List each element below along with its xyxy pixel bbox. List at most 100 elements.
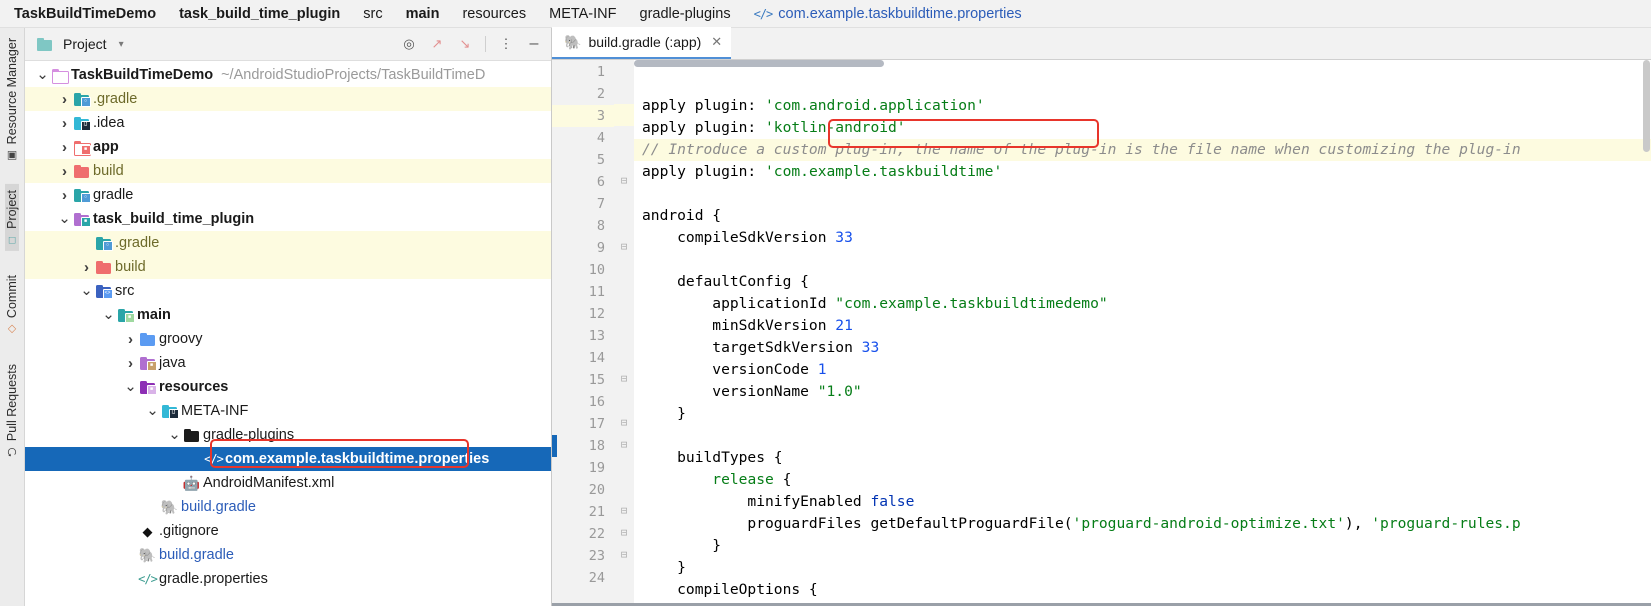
fold-toggle-icon[interactable]: ⊟ [614,434,634,456]
fold-toggle-icon[interactable]: ⊟ [614,412,634,434]
tool-tab-resource-manager[interactable]: ▣ Resource Manager [5,32,19,166]
project-tree[interactable]: ⌄ TaskBuildTimeDemo ~/AndroidStudioProject… [25,61,551,606]
chevron-down-icon[interactable]: ⌄ [101,307,116,322]
chevron-right-icon[interactable]: › [79,259,94,276]
code-line[interactable]: versionCode 1 [634,359,1651,381]
breadcrumb-item-gradle-plugins[interactable]: gradle-plugins [640,6,744,22]
code-line[interactable]: compileSdkVersion 33 [634,227,1651,249]
code-line[interactable]: } [634,403,1651,425]
tree-item[interactable]: › groovy [25,327,551,351]
tree-item[interactable]: ⌄ ■ resources [25,375,551,399]
chevron-right-icon[interactable]: › [123,355,138,372]
tree-item[interactable]: ⌄ IJ META-INF [25,399,551,423]
chevron-down-icon[interactable]: ⌄ [35,67,50,82]
code-line[interactable]: apply plugin: 'com.example.taskbuildtime… [634,161,1651,183]
tree-item[interactable]: ⌄ ■ task_build_time_plugin [25,207,551,231]
tool-tab-pull-requests[interactable]: ⭯ Pull Requests [5,358,19,463]
breadcrumb-item-task-build-time-plugin[interactable]: task_build_time_plugin [179,6,353,22]
editor-tab-build-gradle[interactable]: 🐘 build.gradle (:app) ✕ [552,27,732,59]
tree-item[interactable]: › IJ .idea [25,111,551,135]
editor-vertical-scrollbar[interactable] [1642,60,1651,606]
code-line[interactable]: minifyEnabled false [634,491,1651,513]
tree-item[interactable]: 🐘 build.gradle [25,495,551,519]
code-line[interactable]: buildTypes { [634,447,1651,469]
target-locate-icon[interactable]: ◎ [398,33,420,55]
tree-item[interactable]: ◆ .gitignore [25,519,551,543]
fold-toggle-icon[interactable]: ⊟ [614,544,634,566]
fold-toggle-icon[interactable]: ⊟ [614,170,634,192]
code-line[interactable] [634,249,1651,271]
close-icon[interactable]: ✕ [711,34,722,50]
chevron-right-icon[interactable]: › [57,187,72,204]
breadcrumb-item-main[interactable]: main [406,6,453,22]
code-viewport[interactable]: 1 2 3 4 5 6 7 8 9 10 11 12 13 14 15 16 17 18 19 20 21 22 23 24 … [552,60,1651,606]
editor-horizontal-scrollbar[interactable] [634,60,884,67]
line-number: 10 [588,262,605,278]
code-line[interactable]: } [634,535,1651,557]
tree-item[interactable]: 🤖 AndroidManifest.xml [25,471,551,495]
chevron-down-icon[interactable]: ⌄ [123,379,138,394]
minimize-icon[interactable]: – [523,33,545,55]
tree-item[interactable]: › build [25,159,551,183]
tree-item[interactable]: ⌄ <> src [25,279,551,303]
tree-item[interactable]: ⌄ gradle-plugins [25,423,551,447]
breadcrumb-item-taskbuildtimedemo[interactable]: TaskBuildTimeDemo [14,6,169,22]
chevron-right-icon[interactable]: › [57,139,72,156]
collapse-all-icon[interactable]: ↘ [454,33,476,55]
chevron-right-icon[interactable]: › [57,91,72,108]
code-line[interactable]: minSdkVersion 21 [634,315,1651,337]
chevron-right-icon[interactable]: › [123,331,138,348]
code-folding-gutter[interactable]: ⊟ ⊟ ⊟ ⊟ ⊟ ⊟ ⊟ ⊟ [614,60,634,606]
tree-item[interactable]: </> gradle.properties [25,567,551,591]
breadcrumb-item-meta-inf[interactable]: META-INF [549,6,629,22]
tree-item[interactable]: ⌄ ■ main [25,303,551,327]
fold-toggle-icon[interactable]: ⊟ [614,522,634,544]
tool-tab-project[interactable]: □ Project [5,184,19,252]
chevron-down-icon[interactable]: ⌄ [57,211,72,226]
fold-toggle-icon[interactable]: ⊟ [614,500,634,522]
code-line[interactable]: apply plugin: 'com.android.application' [634,95,1651,117]
tree-item[interactable]: </> com.example.taskbuildtime.properties [25,447,551,471]
fold-gutter-cell [614,192,634,214]
tree-item[interactable]: › ○ gradle [25,183,551,207]
code-line[interactable]: compileOptions { [634,579,1651,601]
line-number: 22 [588,526,605,542]
fold-toggle-icon[interactable]: ⊟ [614,236,634,258]
more-options-icon[interactable]: ⋮ [495,33,517,55]
scrollbar-thumb[interactable] [1643,60,1650,152]
breadcrumb-item-label: src [363,5,383,22]
code-line[interactable]: proguardFiles getDefaultProguardFile('pr… [634,513,1651,535]
code-line[interactable]: applicationId "com.example.taskbuildtime… [634,293,1651,315]
code-line[interactable]: } [634,557,1651,579]
tree-item[interactable]: 🐘 build.gradle [25,543,551,567]
chevron-down-icon[interactable]: ⌄ [79,283,94,298]
tree-item[interactable]: › build [25,255,551,279]
chevron-right-icon[interactable]: › [57,115,72,132]
code-line[interactable] [634,425,1651,447]
code-line[interactable] [634,183,1651,205]
breadcrumb-item-src[interactable]: src [363,6,395,22]
code-line[interactable]: defaultConfig { [634,271,1651,293]
tree-item[interactable]: › ○ .gradle [25,87,551,111]
code-line[interactable]: release { [634,469,1651,491]
fold-toggle-icon[interactable]: ⊟ [614,368,634,390]
code-line[interactable]: android { [634,205,1651,227]
expand-all-icon[interactable]: ↗ [426,33,448,55]
chevron-right-icon[interactable]: › [57,163,72,180]
breadcrumb-item-resources[interactable]: resources [462,6,539,22]
tree-item[interactable]: › ■ app [25,135,551,159]
code-content[interactable]: apply plugin: 'com.android.application' a… [634,60,1651,606]
code-line[interactable]: targetSdkVersion 33 [634,337,1651,359]
chevron-down-icon[interactable]: ▾ [119,39,124,50]
chevron-down-icon[interactable]: ⌄ [145,403,160,418]
tree-item[interactable]: › ■ java [25,351,551,375]
chevron-down-icon[interactable]: ⌄ [167,427,182,442]
code-line[interactable]: versionName "1.0" [634,381,1651,403]
code-line[interactable]: // Introduce a custom plug-in, the name … [634,139,1651,161]
breadcrumb-item-com-example-taskbuildtime-properties[interactable]: </> com.example.taskbuildtime.properties [754,6,1035,22]
tool-tab-commit[interactable]: ◇ Commit [5,269,19,340]
tree-item[interactable]: ⌄ TaskBuildTimeDemo ~/AndroidStudioProject… [25,63,551,87]
code-token: 21 [835,317,853,334]
code-line[interactable]: apply plugin: 'kotlin-android' [634,117,1651,139]
tree-item[interactable]: ○ .gradle [25,231,551,255]
